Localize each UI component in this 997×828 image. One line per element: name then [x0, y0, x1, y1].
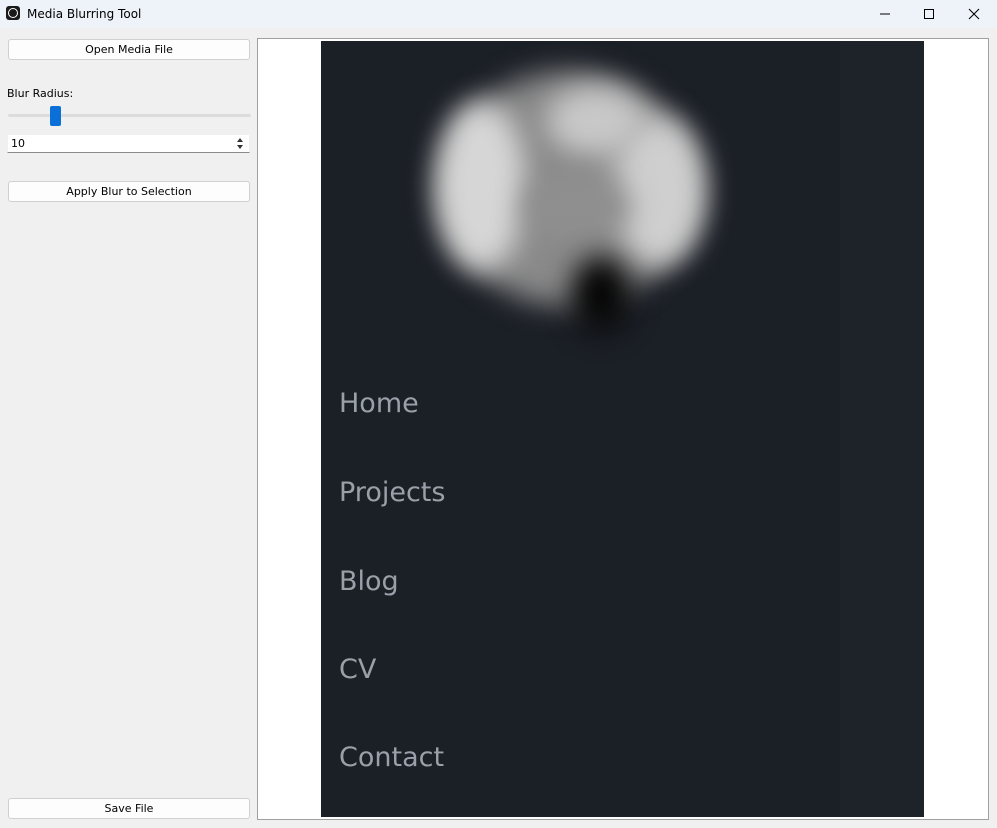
- open-media-file-button[interactable]: Open Media File: [8, 39, 250, 60]
- blur-radius-label: Blur Radius:: [7, 87, 74, 100]
- spinbox-arrows[interactable]: [235, 136, 247, 152]
- minimize-button[interactable]: [862, 0, 908, 28]
- blur-radius-value[interactable]: 10: [11, 137, 25, 151]
- title-bar[interactable]: Media Blurring Tool: [0, 0, 997, 28]
- maximize-button[interactable]: [906, 0, 952, 28]
- apply-blur-button[interactable]: Apply Blur to Selection: [8, 181, 250, 202]
- preview-nav-home: Home: [339, 388, 419, 419]
- blur-blob: [571, 256, 631, 331]
- blur-blob: [546, 86, 646, 156]
- blur-radius-slider-handle[interactable]: [50, 106, 61, 126]
- spin-down-icon[interactable]: [237, 145, 243, 149]
- blur-radius-slider[interactable]: [8, 114, 251, 117]
- blurred-region: [401, 41, 741, 361]
- close-icon: [968, 8, 980, 20]
- blur-blob: [521, 171, 631, 241]
- preview-nav-contact: Contact: [339, 742, 445, 773]
- maximize-icon: [924, 9, 934, 19]
- spin-up-icon[interactable]: [237, 138, 243, 142]
- media-preview-area[interactable]: Home Projects Blog CV Contact: [257, 38, 989, 820]
- preview-nav-cv: CV: [339, 654, 377, 685]
- minimize-icon: [880, 13, 890, 15]
- preview-nav-projects: Projects: [339, 477, 446, 508]
- app-icon: [6, 6, 20, 20]
- close-button[interactable]: [951, 0, 997, 28]
- preview-nav-blog: Blog: [339, 566, 399, 597]
- control-panel: Open Media File Blur Radius: 10 Apply Bl…: [0, 28, 257, 828]
- blur-blob: [436, 101, 526, 271]
- save-file-button[interactable]: Save File: [8, 798, 250, 819]
- blur-radius-spinbox[interactable]: 10: [7, 134, 250, 153]
- app-window: Media Blurring Tool Open Media File Blur…: [0, 0, 997, 828]
- media-right-strip: [840, 41, 924, 817]
- window-title: Media Blurring Tool: [27, 7, 142, 21]
- media-image[interactable]: Home Projects Blog CV Contact: [321, 41, 924, 817]
